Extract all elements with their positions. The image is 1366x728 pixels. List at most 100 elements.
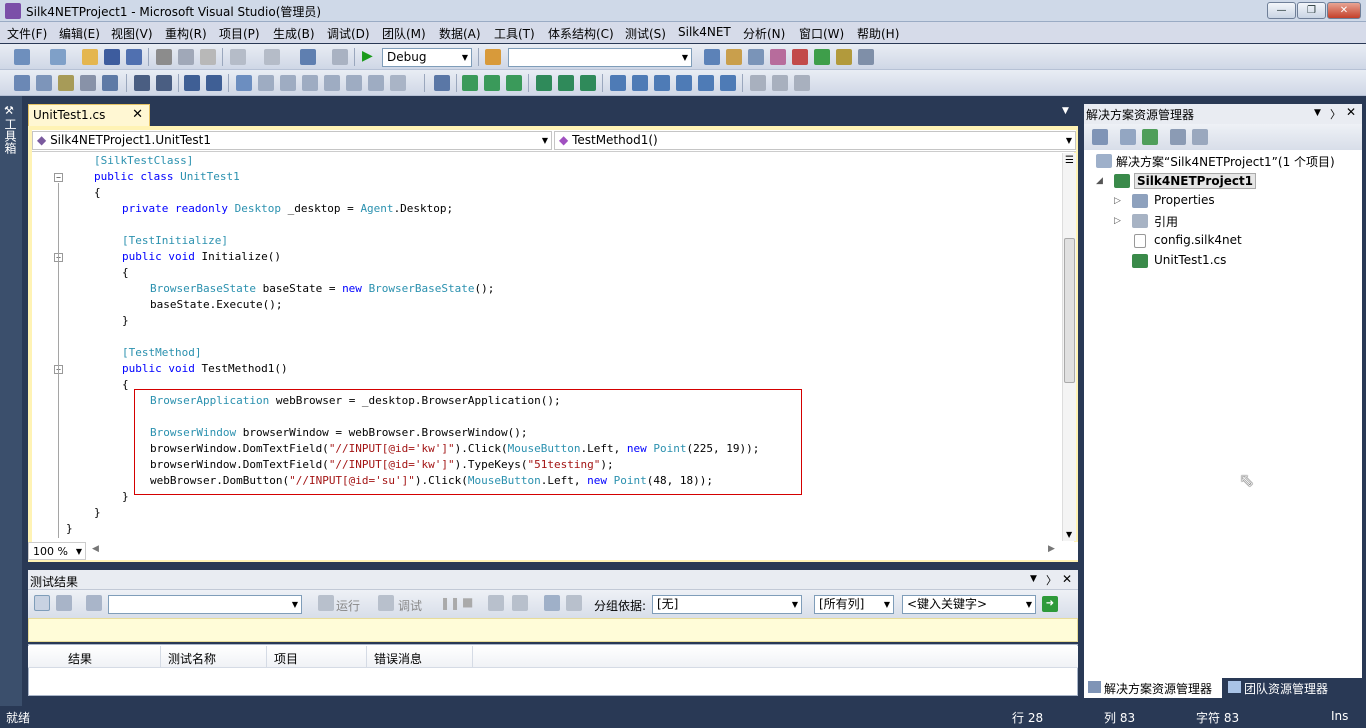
tab-solution-explorer[interactable]: 解决方案资源管理器	[1084, 678, 1222, 698]
find-in-files-icon[interactable]	[485, 49, 501, 65]
col-error-message[interactable]: 错误消息	[374, 650, 422, 667]
collapse-region-icon[interactable]: −	[54, 173, 63, 182]
prev-bookmark-folder-icon[interactable]	[302, 75, 318, 91]
zoom-select[interactable]: 100 % ▼	[28, 542, 86, 560]
silk-verify-icon[interactable]	[558, 75, 574, 91]
minimize-button[interactable]: —	[1267, 2, 1296, 19]
toggle-bookmark-icon[interactable]	[236, 75, 252, 91]
navigate-back-icon[interactable]	[300, 49, 316, 65]
scroll-thumb[interactable]	[1064, 238, 1075, 383]
copy-icon[interactable]	[178, 49, 194, 65]
start-page-icon[interactable]	[814, 49, 830, 65]
code-line[interactable]: }	[94, 505, 101, 521]
extension-manager-icon[interactable]	[792, 49, 808, 65]
comment-icon[interactable]	[102, 75, 118, 91]
col-result[interactable]: 结果	[68, 650, 92, 667]
code-line[interactable]: }	[66, 521, 73, 537]
silk-identify-icon[interactable]	[580, 75, 596, 91]
start-debugging-icon[interactable]: ▶	[362, 48, 373, 64]
tree-properties[interactable]: Properties	[1154, 193, 1215, 207]
save-icon[interactable]	[104, 49, 120, 65]
export-results-icon[interactable]	[512, 595, 528, 611]
undo-icon[interactable]	[230, 49, 246, 65]
open-file-icon[interactable]	[82, 49, 98, 65]
close-tab-icon[interactable]: ✕	[132, 107, 143, 122]
code-line[interactable]: BrowserBaseState baseState = new Browser…	[150, 281, 494, 297]
code-line[interactable]: [TestMethod]	[122, 345, 201, 361]
menu-edit[interactable]: 编辑(E)	[59, 25, 100, 42]
paste-icon[interactable]	[200, 49, 216, 65]
menu-file[interactable]: 文件(F)	[7, 25, 47, 42]
menu-project[interactable]: 项目(P)	[219, 25, 260, 42]
solution-explorer-icon[interactable]	[704, 49, 720, 65]
code-line[interactable]: public void TestMethod1()	[122, 361, 288, 377]
col-test-name[interactable]: 测试名称	[168, 650, 216, 667]
navigate-forward-icon[interactable]	[332, 49, 348, 65]
tree-references[interactable]: 引用	[1154, 213, 1178, 230]
format-icon-2[interactable]	[772, 75, 788, 91]
code-line[interactable]: }	[122, 489, 129, 505]
next-bookmark-doc-icon[interactable]	[368, 75, 384, 91]
solution-configuration-select[interactable]: Debug ▼	[382, 48, 472, 67]
menu-refactor[interactable]: 重构(R)	[165, 25, 207, 42]
panel-menu-icon[interactable]: ▼	[1030, 574, 1037, 584]
scroll-left-icon[interactable]: ◀	[92, 544, 99, 554]
more-windows-icon[interactable]	[858, 49, 874, 65]
code-line[interactable]: }	[122, 313, 129, 329]
editor-vertical-scrollbar[interactable]: ☰ ▼	[1062, 153, 1076, 541]
menu-silk4net[interactable]: Silk4NET	[678, 25, 731, 39]
silk-test-icon-3[interactable]	[654, 75, 670, 91]
toolbox-strip[interactable]: ⚒ 工具箱	[0, 96, 22, 708]
apply-filter-icon[interactable]: ➜	[1042, 596, 1058, 612]
cut-icon[interactable]	[156, 49, 172, 65]
code-line[interactable]: [SilkTestClass]	[94, 153, 193, 169]
tab-team-explorer[interactable]: 团队资源管理器	[1224, 678, 1362, 698]
run-button[interactable]: 运行	[336, 597, 360, 614]
scroll-down-icon[interactable]: ▼	[1066, 530, 1072, 539]
tree-solution[interactable]: 解决方案“Silk4NETProject1”(1 个项目)	[1116, 153, 1335, 170]
class-diagram-icon[interactable]	[1192, 129, 1208, 145]
tree-unittest1[interactable]: UnitTest1.cs	[1154, 253, 1226, 267]
results-filter-icon[interactable]	[544, 595, 560, 611]
redo-icon[interactable]	[264, 49, 280, 65]
silk-record-icon[interactable]	[462, 75, 478, 91]
format-icon-3[interactable]	[794, 75, 810, 91]
code-line[interactable]: {	[122, 265, 129, 281]
silk-test-icon-2[interactable]	[632, 75, 648, 91]
silk-step-icon[interactable]	[506, 75, 522, 91]
next-bookmark-icon[interactable]	[280, 75, 296, 91]
silk-locator-icon[interactable]	[536, 75, 552, 91]
test-run-icon[interactable]	[86, 595, 102, 611]
silk-test-icon-6[interactable]	[720, 75, 736, 91]
silk-test-icon-4[interactable]	[676, 75, 692, 91]
display-object-member-list-icon[interactable]	[14, 75, 30, 91]
parameter-info-icon[interactable]	[36, 75, 52, 91]
add-item-icon[interactable]	[50, 49, 66, 65]
code-line[interactable]: private readonly Desktop _desktop = Agen…	[122, 201, 453, 217]
tab-unittest1[interactable]: UnitTest1.cs ✕	[28, 104, 150, 126]
menu-tools[interactable]: 工具(T)	[494, 25, 535, 42]
decrease-indent-icon[interactable]	[134, 75, 150, 91]
refresh-icon[interactable]	[1142, 129, 1158, 145]
code-line[interactable]: baseState.Execute();	[150, 297, 282, 313]
tree-config[interactable]: config.silk4net	[1154, 233, 1242, 247]
save-all-icon[interactable]	[126, 49, 142, 65]
col-project[interactable]: 项目	[274, 650, 298, 667]
clear-bookmarks-icon[interactable]	[390, 75, 406, 91]
menu-architecture[interactable]: 体系结构(C)	[548, 25, 614, 42]
menu-team[interactable]: 团队(M)	[382, 25, 426, 42]
silk-test-icon-1[interactable]	[610, 75, 626, 91]
menu-debug[interactable]: 调试(D)	[327, 25, 370, 42]
next-bookmark-folder-icon[interactable]	[324, 75, 340, 91]
pin-icon[interactable]: 〉	[1330, 106, 1341, 122]
list-view-icon[interactable]	[34, 595, 50, 611]
close-panel-icon[interactable]: ✕	[1062, 572, 1072, 586]
expand-icon[interactable]: ▷	[1114, 216, 1121, 226]
menu-view[interactable]: 视图(V)	[111, 25, 153, 42]
pause-icon[interactable]: ❚❚	[440, 596, 460, 610]
silk-test-icon-5[interactable]	[698, 75, 714, 91]
previous-bookmark-icon[interactable]	[258, 75, 274, 91]
uncomment-lines-icon[interactable]	[206, 75, 222, 91]
tab-list-icon[interactable]: ▼	[1062, 106, 1069, 116]
word-completion-icon[interactable]	[80, 75, 96, 91]
